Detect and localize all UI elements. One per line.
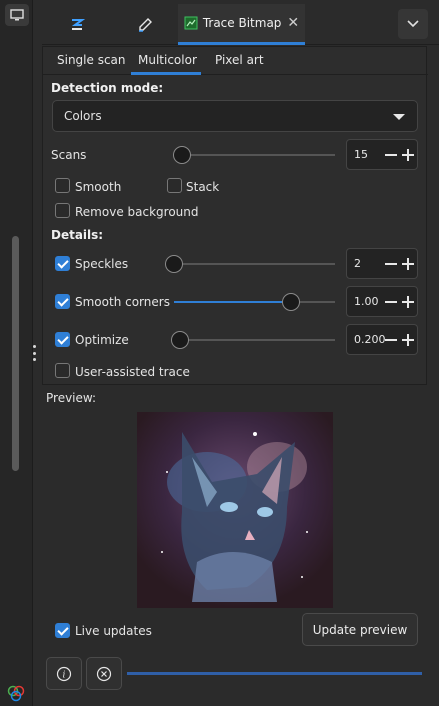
optimize-checkbox[interactable]: [55, 332, 70, 347]
detection-mode-select[interactable]: Colors: [52, 100, 418, 132]
scans-value: 15: [354, 148, 368, 161]
speckles-slider[interactable]: [165, 255, 335, 273]
caret-down-icon: [393, 114, 405, 120]
smooth-corners-slider-fill: [174, 301, 292, 303]
detection-mode-value: Colors: [64, 109, 102, 123]
color-manager-icon[interactable]: [5, 684, 27, 702]
stack-label: Stack: [186, 180, 220, 194]
scans-label: Scans: [51, 148, 87, 162]
active-tab-indicator: [131, 72, 201, 75]
trace-progress-bar: [127, 672, 422, 675]
update-preview-label: Update preview: [312, 622, 408, 637]
smooth-corners-checkbox[interactable]: [55, 294, 70, 309]
user-assisted-trace-label: User-assisted trace: [75, 365, 190, 379]
optimize-value: 0.200: [354, 333, 386, 346]
close-icon[interactable]: ✕: [287, 15, 299, 31]
remove-background-checkbox[interactable]: [55, 203, 70, 218]
align-icon: [71, 18, 85, 30]
trace-mode-tabs: Single scan Multicolor Pixel art: [43, 47, 428, 75]
detection-mode-label: Detection mode:: [51, 81, 164, 95]
tab-trace-bitmap[interactable]: Trace Bitmap ✕: [178, 4, 305, 45]
scans-spinbox[interactable]: 15: [346, 139, 418, 170]
smooth-corners-slider[interactable]: [174, 293, 335, 311]
update-preview-button[interactable]: Update preview: [302, 613, 418, 646]
smooth-checkbox[interactable]: [55, 178, 70, 193]
trace-settings-panel: Single scan Multicolor Pixel art Detecti…: [42, 46, 428, 385]
optimize-slider[interactable]: [171, 331, 335, 349]
live-updates-checkbox[interactable]: [55, 623, 70, 638]
smooth-corners-spinbox[interactable]: 1.00: [346, 286, 418, 317]
preview-label: Preview:: [46, 391, 97, 405]
tab-single-scan[interactable]: Single scan: [57, 53, 126, 67]
tab-title: Trace Bitmap: [202, 16, 282, 30]
tab-align[interactable]: [42, 4, 112, 45]
gutter-scrollbar[interactable]: [12, 236, 19, 471]
smooth-corners-label: Smooth corners: [75, 295, 170, 309]
details-label: Details:: [51, 228, 104, 242]
minus-icon[interactable]: [385, 339, 397, 341]
scans-slider-thumb[interactable]: [173, 146, 191, 164]
speckles-label: Speckles: [75, 257, 129, 271]
smooth-label: Smooth: [75, 180, 122, 194]
panel-drag-handle[interactable]: [30, 345, 38, 361]
smooth-corners-slider-thumb[interactable]: [282, 293, 300, 311]
tab-pixel-art[interactable]: Pixel art: [215, 53, 264, 67]
optimize-label: Optimize: [75, 333, 129, 347]
smooth-corners-value: 1.00: [354, 295, 379, 308]
user-assisted-trace-checkbox[interactable]: [55, 363, 70, 378]
speckles-spinbox[interactable]: 2: [346, 248, 418, 279]
stack-checkbox[interactable]: [167, 178, 182, 193]
speckles-checkbox[interactable]: [55, 256, 70, 271]
trace-bitmap-icon: [184, 16, 198, 30]
tab-multicolor[interactable]: Multicolor: [138, 53, 197, 67]
minus-icon[interactable]: [385, 263, 397, 265]
speckles-slider-thumb[interactable]: [165, 255, 183, 273]
tab-edit[interactable]: [112, 4, 178, 45]
info-icon: i: [56, 666, 72, 681]
info-button[interactable]: i: [46, 657, 82, 690]
optimize-spinbox[interactable]: 0.200: [346, 324, 418, 355]
live-updates-label: Live updates: [75, 624, 152, 638]
remove-background-label: Remove background: [75, 205, 199, 219]
svg-text:i: i: [63, 670, 66, 680]
display-mode-icon[interactable]: [5, 4, 29, 26]
scans-slider[interactable]: [173, 146, 335, 164]
edit-pen-icon: [139, 17, 152, 32]
cancel-button[interactable]: [86, 657, 122, 690]
optimize-slider-thumb[interactable]: [171, 331, 189, 349]
minus-icon[interactable]: [385, 301, 397, 303]
chevron-down-icon[interactable]: [398, 9, 428, 39]
speckles-value: 2: [354, 257, 361, 270]
dock-tab-bar: Trace Bitmap ✕: [42, 4, 439, 45]
minus-icon[interactable]: [385, 154, 397, 156]
close-circle-icon: [96, 666, 112, 681]
trace-preview-image: [137, 412, 333, 608]
